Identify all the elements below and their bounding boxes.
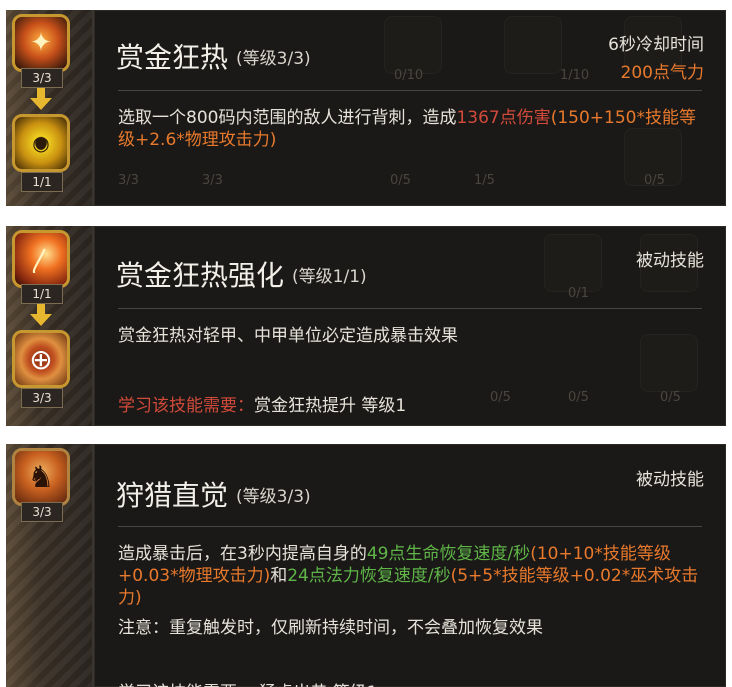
skill-description: 选取一个800码内范围的敌人进行背刺，造成1367点伤害(150+150*技能等…: [118, 107, 702, 151]
slash-icon: 〳: [27, 246, 54, 277]
ghost-slot-label: 1/10: [560, 68, 590, 83]
claw-icon: ✦: [30, 28, 52, 58]
upgrade-arrow-icon: [30, 314, 52, 326]
ghost-slot-label: 0/1: [568, 286, 589, 301]
skill-level: (等级3/3): [236, 487, 311, 507]
desc-text: 造成暴击后，在3秒内提高自身的: [118, 544, 367, 564]
ghost-slot-label: 0/5: [390, 173, 411, 188]
ghost-slot-label: 0/5: [568, 390, 589, 405]
hunting-instinct-skill-icon[interactable]: ♞: [12, 448, 70, 506]
skill-level: (等级1/1): [292, 267, 367, 287]
hunter-silhouette-icon: ♞: [27, 459, 55, 495]
damage-value: 1367点伤害: [456, 108, 551, 128]
skill-name: 赏金狂热强化: [116, 259, 285, 292]
skill-level-badge: 1/1: [21, 284, 63, 304]
hp-regen-value: 49点生命恢复速度/秒: [366, 544, 531, 564]
ghost-slot-label: 0/5: [644, 173, 665, 188]
divider: [118, 90, 702, 91]
requirement-label: 学习该技能需要：: [118, 396, 254, 416]
skill-tooltip-hunting-instinct: ♞ 3/3 狩猎直觉 (等级3/3) 被动技能 造成暴击后，在3秒内提高自身的49…: [6, 444, 726, 687]
tooltip-body: 狩猎直觉 (等级3/3) 被动技能 造成暴击后，在3秒内提高自身的49点生命恢复速…: [92, 444, 726, 687]
skill-requirement: 学习该技能需要：赏金狂热提升 等级1: [118, 391, 406, 416]
ghost-slot-label: 0/5: [490, 390, 511, 405]
skill-title: 狩猎直觉 (等级3/3): [116, 474, 311, 514]
bounty-frenzy-upgrade-icon[interactable]: ◉: [12, 114, 70, 172]
ghost-slot-label: 3/3: [118, 173, 139, 188]
skill-description: 赏金狂热对轻甲、中甲单位必定造成暴击效果: [118, 326, 458, 346]
tooltip-body: 0/1 0/5 0/5 0/5 赏金狂热强化 (等级1/1) 被动技能 赏金狂热对…: [92, 226, 726, 426]
tooltip-body: 0/10 1/10 3/3 3/3 0/5 1/5 0/5 赏金狂热 (等级3/3…: [92, 10, 726, 206]
desc-text: 和: [270, 566, 288, 586]
requirement-value: 赏金狂热提升 等级1: [254, 396, 407, 416]
skill-tooltip-bounty-frenzy: ✦ 3/3 ◉ 1/1 0/10 1/10 3/3 3/3 0/5 1/5 0/…: [6, 10, 726, 206]
ghost-slot-label: 0/5: [660, 390, 681, 405]
ghost-skill-slot: [544, 234, 602, 292]
upgrade-arrow-icon: [30, 98, 52, 110]
skill-level-badge: 3/3: [21, 68, 63, 88]
skill-level-badge: 3/3: [21, 388, 63, 408]
bounty-frenzy-skill-icon[interactable]: ✦: [12, 14, 70, 72]
upgrade-level-badge: 1/1: [21, 172, 63, 192]
divider: [118, 526, 702, 527]
energy-cost-text: 200点气力: [620, 63, 704, 83]
passive-skill-tag: 被动技能: [636, 470, 704, 490]
ghost-slot-label: 1/5: [474, 173, 495, 188]
divider: [118, 308, 702, 309]
skill-note: 注意：重复触发时，仅刷新持续时间，不会叠加恢复效果: [118, 618, 543, 638]
bounty-frenzy-enhance-icon[interactable]: 〳: [12, 230, 70, 288]
ghost-slot-label: 0/10: [394, 68, 424, 83]
skill-level: (等级3/3): [236, 49, 311, 69]
skill-description: 造成暴击后，在3秒内提高自身的49点生命恢复速度/秒(10+10*技能等级+0.…: [118, 543, 702, 609]
passive-skill-tag: 被动技能: [636, 251, 704, 271]
mp-regen-value: 24点法力恢复速度/秒: [287, 566, 451, 586]
target-eye-icon: ◉: [32, 131, 50, 155]
skill-title: 赏金狂热强化 (等级1/1): [116, 254, 367, 294]
desc-text: 选取一个800码内范围的敌人进行背刺，造成: [118, 108, 457, 128]
skill-level-badge: 3/3: [21, 502, 63, 522]
cooldown-text: 6秒冷却时间: [608, 35, 704, 55]
crosshair-skill-icon[interactable]: ⊕: [12, 330, 70, 388]
ghost-slot-label: 3/3: [202, 173, 223, 188]
skill-tooltip-bounty-frenzy-enhance: 〳 1/1 ⊕ 3/3 0/1 0/5 0/5 0/5 赏金狂热强化 (等级1/1…: [6, 226, 726, 426]
ghost-skill-slot: [504, 16, 562, 74]
skill-requirement: 学习该技能需要： 猛虎出巷 等级1: [118, 678, 378, 687]
skill-title: 赏金狂热 (等级3/3): [116, 36, 311, 76]
skill-name: 赏金狂热: [116, 41, 229, 74]
skill-name: 狩猎直觉: [116, 479, 229, 512]
crosshair-icon: ⊕: [29, 342, 53, 376]
ghost-skill-slot: [384, 16, 442, 74]
